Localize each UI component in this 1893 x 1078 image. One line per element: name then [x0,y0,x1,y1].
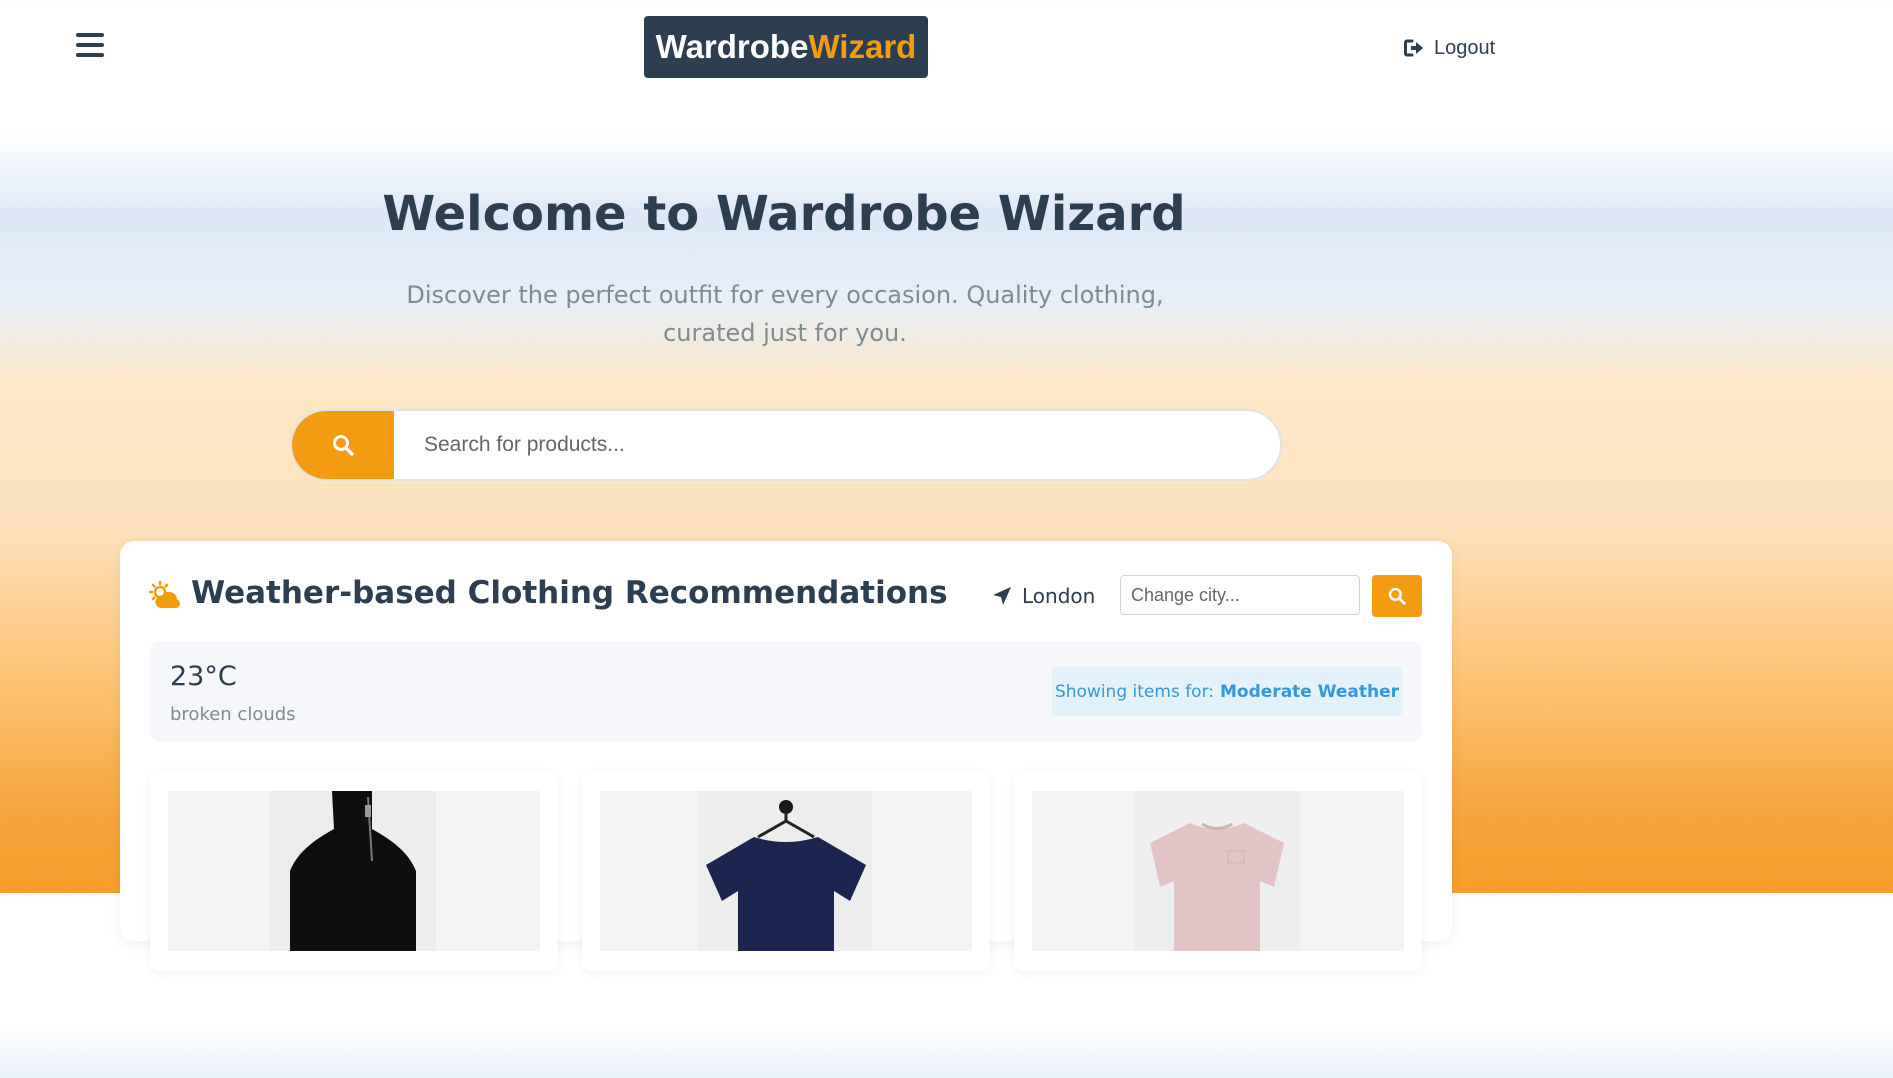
sign-out-icon [1404,39,1423,57]
city-search-button[interactable] [1372,575,1422,617]
weather-category-badge: Showing items for: Moderate Weather [1052,667,1402,716]
product-card[interactable] [1014,771,1422,971]
location-name: London [1022,584,1096,608]
search-icon [1388,587,1406,605]
product-search-bar [290,409,1282,481]
search-icon [333,435,354,456]
product-card[interactable] [150,771,558,971]
product-image[interactable] [168,791,540,951]
product-image[interactable] [600,791,972,951]
current-weather-panel: 23°C broken clouds Showing items for: Mo… [150,641,1422,742]
logo-text-wardrobe: Wardrobe [655,28,809,65]
sun-cloud-icon [149,581,180,608]
search-input[interactable] [394,411,1280,479]
weather-category: Moderate Weather [1220,681,1400,702]
hero-subtitle: Discover the perfect outfit for every oc… [406,281,1164,347]
temperature: 23°C [170,661,237,692]
product-image[interactable] [1032,791,1404,951]
city-input[interactable] [1120,575,1360,615]
top-navigation: Wardrobe Wizard Logout [0,0,1568,95]
search-button[interactable] [292,411,394,479]
logout-label: Logout [1434,36,1496,59]
logout-button[interactable]: Logout [1404,34,1495,62]
hero-title: Welcome to Wardrobe Wizard [382,186,1186,242]
logo-text-wizard: Wizard [808,28,917,65]
black-zip-neck-top [270,791,436,951]
showing-label: Showing items for: [1054,681,1215,702]
hamburger-icon[interactable] [76,33,104,61]
pink-tshirt [1134,791,1300,951]
weather-section-title: Weather-based Clothing Recommendations [191,575,948,611]
logo[interactable]: Wardrobe Wizard [644,16,928,78]
current-location: London [992,584,1095,608]
weather-recommendations-card: Weather-based Clothing Recommendations L… [120,541,1452,971]
navy-tshirt-on-hanger [698,791,872,951]
location-arrow-icon [993,587,1011,605]
weather-description: broken clouds [170,704,296,725]
product-card[interactable] [582,771,990,971]
